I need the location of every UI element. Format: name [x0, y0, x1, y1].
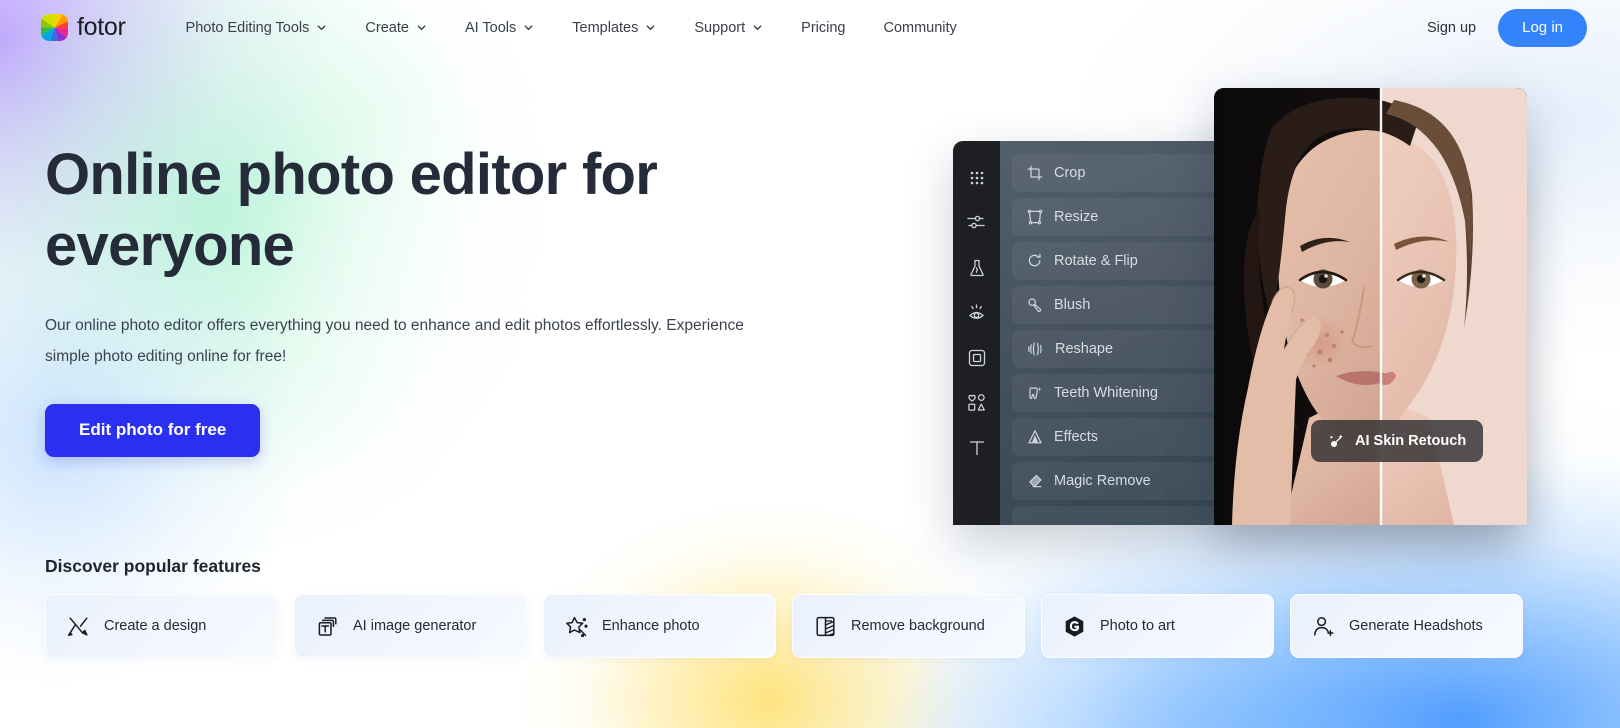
reshape-icon	[1027, 341, 1044, 357]
rail-item-eye-retouch[interactable]	[953, 290, 1000, 335]
editor-tool-rail	[953, 141, 1000, 525]
tool-label: Crop	[1054, 165, 1085, 181]
nav-label: Create	[365, 20, 409, 36]
header-actions: Sign up Log in	[1423, 9, 1587, 47]
create-design-icon	[67, 615, 90, 638]
frame-icon	[967, 348, 987, 368]
sliders-icon	[966, 212, 987, 233]
photo-to-art-icon	[1063, 615, 1086, 638]
login-button[interactable]: Log in	[1498, 9, 1587, 47]
ai-skin-retouch-badge[interactable]: AI Skin Retouch	[1311, 420, 1483, 462]
features-heading: Discover popular features	[45, 556, 1575, 577]
tool-label: Rotate & Flip	[1054, 253, 1138, 269]
feature-card-ai-image-generator[interactable]: AI image generator	[294, 594, 527, 658]
edit-photo-for-free-button[interactable]: Edit photo for free	[45, 404, 260, 457]
rail-item-adjust-sliders[interactable]	[953, 200, 1000, 245]
hero-subtitle: Our online photo editor offers everythin…	[45, 310, 785, 372]
crop-icon	[1027, 165, 1043, 181]
brand-name: fotor	[77, 13, 126, 42]
tool-label: Reshape	[1055, 341, 1113, 357]
chevron-down-icon	[645, 22, 656, 33]
feature-label: Create a design	[104, 618, 206, 634]
nav-label: Templates	[572, 20, 638, 36]
feature-label: Generate Headshots	[1349, 618, 1483, 634]
signup-link[interactable]: Sign up	[1423, 14, 1480, 42]
rail-item-frame[interactable]	[953, 335, 1000, 380]
chevron-down-icon	[752, 22, 763, 33]
popular-features-section: Discover popular features Create a desig…	[45, 556, 1575, 658]
feature-label: Remove background	[851, 618, 985, 634]
generate-headshots-icon	[1312, 615, 1335, 638]
remove-background-icon	[814, 615, 837, 638]
ai-skin-retouch-icon	[1328, 433, 1345, 450]
feature-card-generate-headshots[interactable]: Generate Headshots	[1290, 594, 1523, 658]
fotor-pinwheel-logo-icon	[41, 14, 68, 41]
grid-dots-icon	[967, 168, 987, 188]
feature-label: AI image generator	[353, 618, 476, 634]
chevron-down-icon	[523, 22, 534, 33]
chevron-down-icon	[416, 22, 427, 33]
flask-beauty-icon	[967, 258, 987, 278]
rail-item-beauty-flask[interactable]	[953, 245, 1000, 290]
tool-label: Magic Remove	[1054, 473, 1151, 489]
nav-item-community[interactable]: Community	[864, 12, 975, 44]
nav-item-pricing[interactable]: Pricing	[782, 12, 864, 44]
main-nav: Photo Editing Tools Create AI Tools Temp…	[167, 12, 976, 44]
rotate-flip-icon	[1027, 253, 1043, 269]
page-title: Online photo editor for everyone	[45, 140, 725, 282]
feature-card-create-a-design[interactable]: Create a design	[45, 594, 278, 658]
hero-section: Online photo editor for everyone Our onl…	[45, 140, 805, 457]
effects-icon	[1027, 429, 1043, 445]
magic-remove-icon	[1027, 473, 1043, 489]
tool-label: Blush	[1054, 297, 1090, 313]
enhance-photo-icon	[565, 615, 588, 638]
nav-label: Photo Editing Tools	[186, 20, 310, 36]
feature-card-photo-to-art[interactable]: Photo to art	[1041, 594, 1274, 658]
feature-label: Enhance photo	[602, 618, 700, 634]
nav-item-create[interactable]: Create	[346, 12, 446, 44]
shapes-icon	[966, 392, 987, 413]
nav-label: Pricing	[801, 20, 845, 36]
nav-label: Support	[694, 20, 745, 36]
feature-label: Photo to art	[1100, 618, 1175, 634]
eye-retouch-icon	[966, 302, 987, 323]
rail-item-shapes[interactable]	[953, 380, 1000, 425]
page-root: fotor Photo Editing Tools Create AI Tool…	[0, 0, 1620, 728]
feature-card-enhance-photo[interactable]: Enhance photo	[543, 594, 776, 658]
tool-label: Effects	[1054, 429, 1098, 445]
ai-skin-retouch-label: AI Skin Retouch	[1355, 433, 1466, 449]
rail-item-grid-dots[interactable]	[953, 155, 1000, 200]
nav-item-ai-tools[interactable]: AI Tools	[446, 12, 553, 44]
nav-item-photo-editing-tools[interactable]: Photo Editing Tools	[167, 12, 347, 44]
nav-label: Community	[883, 20, 956, 36]
blush-icon	[1027, 297, 1043, 313]
site-header: fotor Photo Editing Tools Create AI Tool…	[0, 0, 1620, 55]
resize-icon	[1027, 209, 1043, 225]
rail-item-text-tool[interactable]	[953, 425, 1000, 470]
ai-image-generator-icon	[316, 615, 339, 638]
feature-card-remove-background[interactable]: Remove background	[792, 594, 1025, 658]
nav-item-support[interactable]: Support	[675, 12, 782, 44]
brand-logo-link[interactable]: fotor	[41, 13, 126, 42]
nav-label: AI Tools	[465, 20, 516, 36]
text-tool-icon	[967, 438, 987, 458]
tool-label: Teeth Whitening	[1054, 385, 1158, 401]
nav-item-templates[interactable]: Templates	[553, 12, 675, 44]
chevron-down-icon	[316, 22, 327, 33]
feature-card-row: Create a design AI image generator	[45, 594, 1575, 658]
tool-label: Resize	[1054, 209, 1098, 225]
teeth-whitening-icon	[1027, 385, 1043, 401]
